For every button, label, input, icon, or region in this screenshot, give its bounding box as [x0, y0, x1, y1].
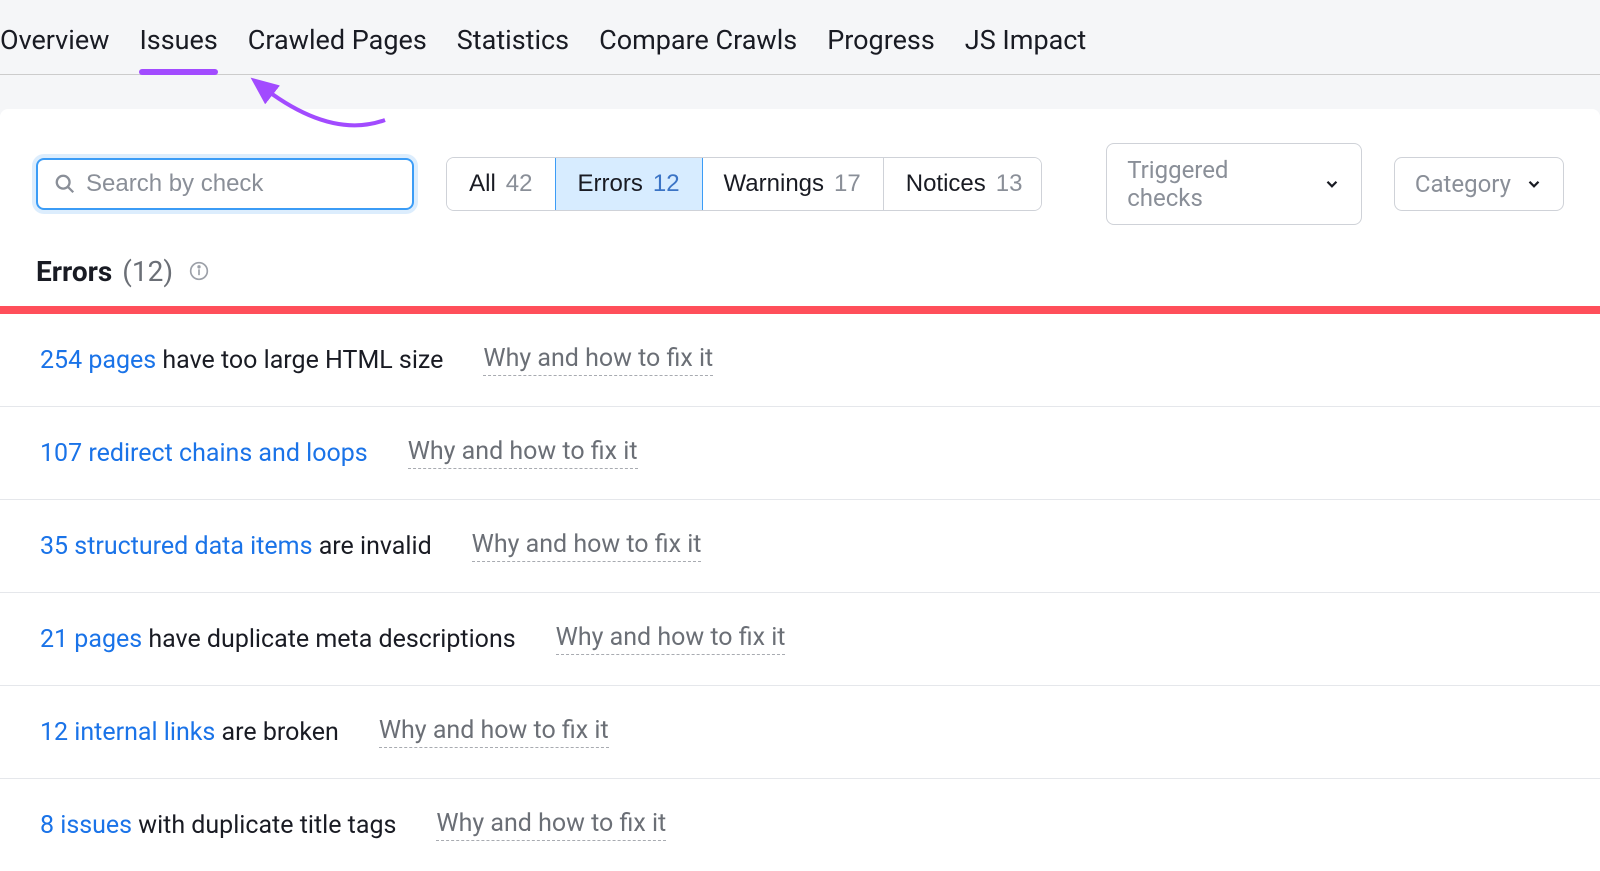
filter-label: All	[469, 170, 496, 198]
issue-description: are broken	[215, 718, 339, 747]
tab-progress[interactable]: Progress	[827, 10, 935, 74]
section-title: Errors	[36, 255, 112, 288]
errors-section-header: Errors (12)	[0, 255, 1600, 306]
chevron-down-icon	[1323, 175, 1341, 193]
issue-description: with duplicate title tags	[132, 811, 396, 840]
issue-row: 107 redirect chains and loops Why and ho…	[0, 407, 1600, 500]
dropdown-label: Triggered checks	[1127, 156, 1309, 212]
tab-issues[interactable]: Issues	[139, 10, 217, 74]
info-icon[interactable]	[189, 255, 209, 288]
filter-errors[interactable]: Errors 12	[555, 157, 703, 211]
why-how-fix-link[interactable]: Why and how to fix it	[472, 530, 702, 562]
issue-row: 254 pages have too large HTML size Why a…	[0, 314, 1600, 407]
dropdown-label: Category	[1415, 170, 1511, 198]
triggered-checks-dropdown[interactable]: Triggered checks	[1106, 143, 1362, 225]
issue-description: have duplicate meta descriptions	[142, 625, 516, 654]
why-how-fix-link[interactable]: Why and how to fix it	[483, 344, 713, 376]
tab-compare-crawls[interactable]: Compare Crawls	[599, 10, 797, 74]
issue-text: 12 internal links are broken	[40, 718, 339, 747]
issue-text: 21 pages have duplicate meta description…	[40, 625, 516, 654]
issue-text: 254 pages have too large HTML size	[40, 346, 443, 375]
why-how-fix-link[interactable]: Why and how to fix it	[436, 809, 666, 841]
issue-text: 107 redirect chains and loops	[40, 439, 368, 468]
issue-row: 8 issues with duplicate title tags Why a…	[0, 779, 1600, 871]
chevron-down-icon	[1525, 175, 1543, 193]
issue-link[interactable]: 254 pages	[40, 346, 156, 375]
issue-row: 35 structured data items are invalid Why…	[0, 500, 1600, 593]
errors-severity-bar	[0, 306, 1600, 314]
tab-js-impact[interactable]: JS Impact	[965, 10, 1086, 74]
toolbar: All 42 Errors 12 Warnings 17 Notices 13 …	[0, 143, 1600, 255]
issue-row: 12 internal links are broken Why and how…	[0, 686, 1600, 779]
issue-link[interactable]: 35 structured data items	[40, 532, 313, 561]
filter-label: Notices	[906, 170, 986, 198]
filter-all[interactable]: All 42	[447, 158, 555, 210]
issue-description: are invalid	[313, 532, 432, 561]
filter-group: All 42 Errors 12 Warnings 17 Notices 13	[446, 157, 1042, 211]
issues-list: 254 pages have too large HTML size Why a…	[0, 314, 1600, 871]
tab-crawled-pages[interactable]: Crawled Pages	[248, 10, 427, 74]
why-how-fix-link[interactable]: Why and how to fix it	[556, 623, 786, 655]
tab-overview[interactable]: Overview	[0, 10, 109, 74]
issue-row: 21 pages have duplicate meta description…	[0, 593, 1600, 686]
search-icon	[54, 173, 76, 195]
filter-count: 17	[834, 170, 861, 198]
filter-label: Warnings	[724, 170, 824, 198]
issue-link[interactable]: 107 redirect chains and loops	[40, 439, 368, 468]
why-how-fix-link[interactable]: Why and how to fix it	[379, 716, 609, 748]
category-dropdown[interactable]: Category	[1394, 157, 1564, 211]
filter-count: 12	[653, 170, 680, 198]
issue-description: have too large HTML size	[156, 346, 443, 375]
issue-text: 8 issues with duplicate title tags	[40, 811, 396, 840]
filter-notices[interactable]: Notices 13	[884, 158, 1042, 210]
search-input[interactable]	[86, 170, 396, 198]
issue-text: 35 structured data items are invalid	[40, 532, 432, 561]
why-how-fix-link[interactable]: Why and how to fix it	[408, 437, 638, 469]
filter-count: 13	[996, 170, 1023, 198]
filter-warnings[interactable]: Warnings 17	[702, 158, 884, 210]
issue-link[interactable]: 21 pages	[40, 625, 142, 654]
section-count: (12)	[122, 255, 173, 288]
main-tabs: Overview Issues Crawled Pages Statistics…	[0, 0, 1600, 75]
search-input-wrap[interactable]	[36, 158, 414, 210]
tab-statistics[interactable]: Statistics	[457, 10, 569, 74]
issue-link[interactable]: 12 internal links	[40, 718, 215, 747]
issues-panel: All 42 Errors 12 Warnings 17 Notices 13 …	[0, 109, 1600, 871]
filter-count: 42	[506, 170, 533, 198]
issue-link[interactable]: 8 issues	[40, 811, 132, 840]
filter-label: Errors	[578, 170, 643, 198]
